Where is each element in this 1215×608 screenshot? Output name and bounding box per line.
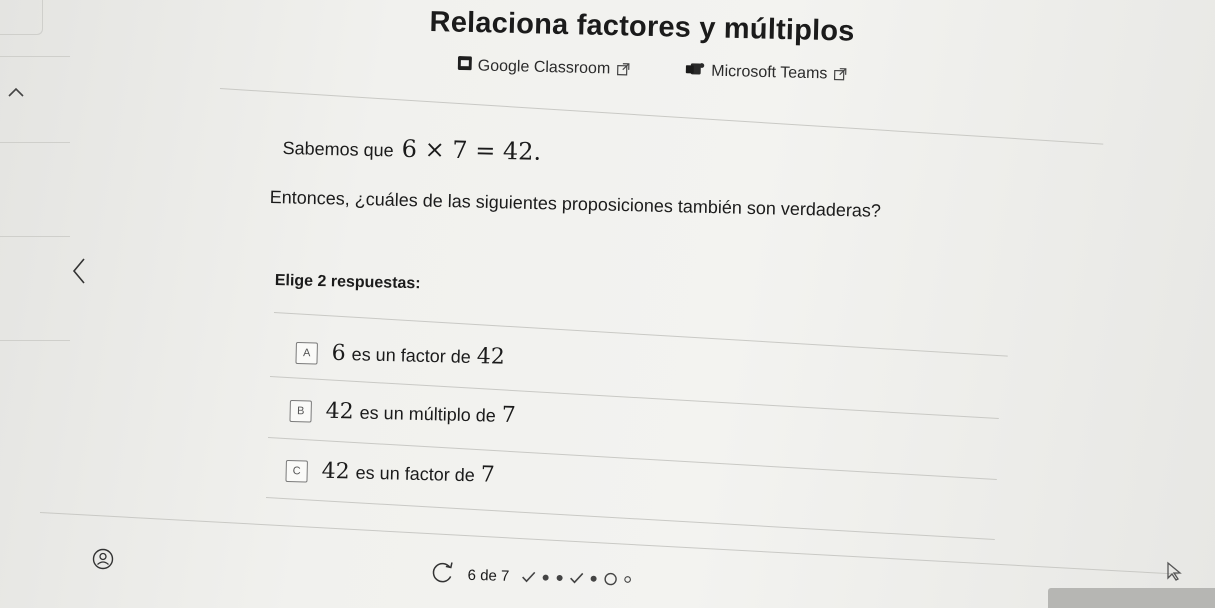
dot-mark-icon bbox=[589, 574, 597, 582]
option-text: 42 es un múltiplo de 7 bbox=[325, 399, 516, 428]
check-mark-icon bbox=[569, 572, 584, 584]
google-classroom-icon bbox=[457, 56, 472, 75]
microsoft-teams-label: Microsoft Teams bbox=[711, 62, 828, 82]
option-c[interactable]: C 42 es un factor de 7 bbox=[285, 458, 495, 488]
chevron-left-icon[interactable] bbox=[66, 254, 92, 288]
avatar-icon[interactable] bbox=[92, 548, 114, 570]
left-divider bbox=[0, 56, 70, 57]
option-divider bbox=[265, 497, 995, 541]
option-phrase: es un múltiplo de bbox=[359, 402, 496, 426]
pointer-icon[interactable] bbox=[1164, 560, 1186, 582]
google-classroom-link[interactable]: Google Classroom bbox=[457, 56, 630, 79]
refresh-icon[interactable] bbox=[429, 560, 456, 590]
statement-prefix: Sabemos que bbox=[282, 137, 394, 161]
option-number: 6 bbox=[331, 340, 346, 367]
share-row: Google Classroom Microsoft Teams bbox=[457, 56, 847, 84]
page-title: Relaciona factores y múltiplos bbox=[429, 6, 855, 48]
left-divider bbox=[0, 340, 70, 341]
option-number: 42 bbox=[325, 398, 354, 425]
left-divider bbox=[0, 236, 70, 237]
chevron-up-icon[interactable] bbox=[2, 82, 30, 102]
option-letter: B bbox=[289, 399, 312, 422]
bottom-action-bar[interactable] bbox=[1048, 588, 1215, 608]
option-b[interactable]: B 42 es un múltiplo de 7 bbox=[289, 398, 516, 428]
option-number: 7 bbox=[480, 462, 496, 488]
option-number: 7 bbox=[501, 402, 517, 429]
problem-statement: Sabemos que 6 × 7 = 42. bbox=[282, 132, 541, 166]
progress-marks bbox=[521, 570, 631, 586]
dot-mark-icon bbox=[541, 573, 549, 581]
option-a[interactable]: A 6 es un factor de 42 bbox=[295, 340, 505, 370]
option-text: 6 es un factor de 42 bbox=[331, 341, 505, 370]
left-divider bbox=[0, 142, 70, 143]
external-link-icon bbox=[616, 63, 629, 76]
microsoft-teams-icon bbox=[685, 61, 705, 80]
left-panel-top bbox=[0, 0, 43, 35]
question-text: Entonces, ¿cuáles de las siguientes prop… bbox=[269, 186, 882, 221]
circle-mark-icon bbox=[603, 571, 617, 585]
external-link-icon bbox=[833, 68, 847, 81]
equation: 6 × 7 = 42. bbox=[401, 134, 542, 166]
check-mark-icon bbox=[521, 571, 536, 583]
option-letter: C bbox=[285, 459, 308, 482]
progress-bar: 6 de 7 bbox=[429, 560, 631, 594]
google-classroom-label: Google Classroom bbox=[477, 56, 611, 77]
small-circle-mark-icon bbox=[623, 575, 631, 583]
option-text: 42 es un factor de 7 bbox=[321, 459, 495, 488]
option-number: 42 bbox=[476, 344, 506, 370]
instruction-text: Elige 2 respuestas: bbox=[274, 272, 421, 293]
dot-mark-icon bbox=[555, 573, 563, 581]
option-phrase: es un factor de bbox=[355, 462, 475, 486]
option-number: 42 bbox=[321, 458, 350, 485]
option-phrase: es un factor de bbox=[351, 344, 471, 367]
option-letter: A bbox=[295, 341, 318, 364]
progress-text: 6 de 7 bbox=[467, 566, 510, 585]
microsoft-teams-link[interactable]: Microsoft Teams bbox=[685, 61, 847, 84]
